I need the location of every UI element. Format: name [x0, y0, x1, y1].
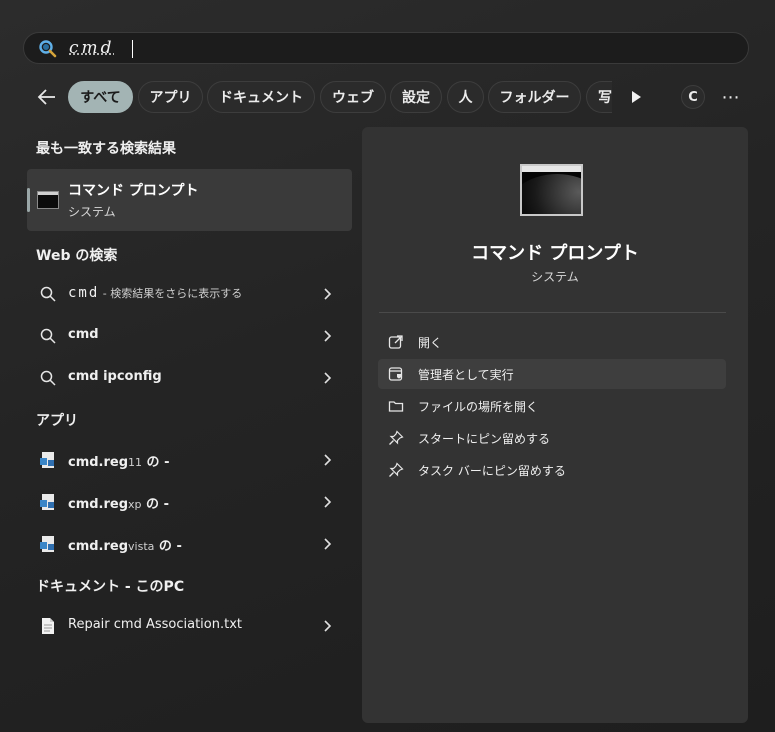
text-file-icon [42, 618, 54, 634]
search-icon [39, 40, 57, 58]
detail-title: コマンド プロンプト [471, 243, 639, 264]
app-suffix-small: 11 [128, 456, 143, 469]
chevron-right-icon[interactable] [323, 453, 333, 467]
pin-icon [389, 430, 404, 445]
action-open[interactable]: 開く [378, 327, 726, 357]
documents-heading: ドキュメント - このPC [36, 579, 185, 595]
list-item-web-search[interactable]: cmd - 検索結果をさらに表示する [27, 274, 352, 314]
tab-settings[interactable]: 設定 [390, 81, 442, 113]
chevron-right-icon[interactable] [323, 329, 333, 343]
action-pin-to-taskbar[interactable]: タスク バーにピン留めする [378, 455, 726, 485]
list-item-label: cmd [68, 327, 99, 342]
list-item-label: cmd.reg11 の - [68, 451, 169, 470]
search-icon [40, 370, 56, 386]
tab-people[interactable]: 人 [447, 81, 484, 113]
open-icon [388, 335, 403, 349]
play-more-icon[interactable] [629, 89, 643, 105]
chevron-right-icon[interactable] [323, 495, 333, 509]
app-suffix: の - [141, 497, 169, 512]
command-prompt-icon [520, 164, 583, 216]
chevron-right-icon[interactable] [323, 287, 333, 301]
app-name: cmd.reg [68, 497, 129, 512]
tab-apps[interactable]: アプリ [138, 81, 203, 113]
best-match-item[interactable]: コマンド プロンプト システム [27, 169, 352, 231]
tab-folders[interactable]: フォルダー [488, 81, 581, 113]
list-item-app[interactable]: cmd.reg11 の - [27, 440, 352, 480]
tab-documents[interactable]: ドキュメント [207, 81, 315, 113]
registry-file-icon [40, 536, 54, 552]
avatar[interactable]: C [681, 85, 705, 109]
divider [379, 312, 726, 313]
action-open-file-location[interactable]: ファイルの場所を開く [378, 391, 726, 421]
search-icon [40, 286, 56, 302]
app-name: cmd.reg [68, 455, 129, 470]
chevron-right-icon[interactable] [323, 371, 333, 385]
search-icon [40, 328, 56, 344]
list-item-document[interactable]: Repair cmd Association.txt [27, 606, 352, 646]
command-prompt-icon [37, 191, 59, 209]
list-item-label: Repair cmd Association.txt [68, 617, 242, 632]
list-item-label: cmd - 検索結果をさらに表示する [68, 285, 242, 301]
list-item-app[interactable]: cmd.regxp の - [27, 482, 352, 522]
app-suffix-small: vista [128, 540, 155, 553]
text-caret [132, 40, 133, 58]
action-pin-to-start[interactable]: スタートにピン留めする [378, 423, 726, 453]
best-match-heading: 最も一致する検索結果 [36, 141, 176, 157]
back-arrow-icon[interactable] [34, 84, 60, 110]
action-label: タスク バーにピン留めする [418, 464, 566, 478]
search-input[interactable]: cmd [69, 38, 115, 58]
tab-all[interactable]: すべて [68, 81, 133, 113]
action-run-as-admin[interactable]: 管理者として実行 [378, 359, 726, 389]
search-box[interactable]: cmd [23, 32, 749, 64]
chevron-right-icon[interactable] [323, 619, 333, 633]
web-query: cmd [68, 285, 100, 301]
action-label: 管理者として実行 [418, 368, 514, 382]
best-match-subtitle: システム [68, 205, 116, 219]
list-item-web-search[interactable]: cmd [27, 316, 352, 356]
shield-run-icon [388, 367, 403, 381]
folder-icon [388, 401, 404, 412]
more-options-icon[interactable]: ⋯ [720, 86, 742, 108]
list-item-web-search[interactable]: cmd ipconfig [27, 358, 352, 398]
app-suffix: の - [142, 455, 170, 470]
action-label: スタートにピン留めする [418, 432, 551, 446]
tab-photos[interactable]: 写 [586, 81, 612, 113]
list-item-app[interactable]: cmd.regvista の - [27, 524, 352, 564]
registry-file-icon [40, 452, 54, 468]
web-search-heading: Web の検索 [36, 248, 118, 264]
apps-heading: アプリ [36, 413, 78, 429]
list-item-label: cmd.regxp の - [68, 493, 169, 512]
list-item-label: cmd ipconfig [68, 369, 162, 384]
app-name: cmd.reg [68, 539, 129, 554]
detail-pane: コマンド プロンプト システム 開く 管理者として実行 ファイルの場所を開く ス… [362, 127, 748, 723]
registry-file-icon [40, 494, 54, 510]
action-label: 開く [418, 336, 443, 350]
app-suffix: の - [154, 539, 182, 554]
list-item-label: cmd.regvista の - [68, 535, 182, 554]
search-panel: cmd すべて アプリ ドキュメント ウェブ 設定 人 フォルダー 写 C ⋯ … [0, 0, 775, 732]
tab-web[interactable]: ウェブ [320, 81, 386, 113]
detail-subtitle: システム [531, 270, 579, 284]
action-label: ファイルの場所を開く [418, 400, 539, 414]
chevron-right-icon[interactable] [323, 537, 333, 551]
app-suffix-small: xp [128, 498, 142, 511]
web-hint: - 検索結果をさらに表示する [99, 287, 243, 300]
selection-indicator [27, 188, 30, 212]
best-match-title: コマンド プロンプト [68, 183, 199, 199]
pin-icon [389, 462, 404, 477]
